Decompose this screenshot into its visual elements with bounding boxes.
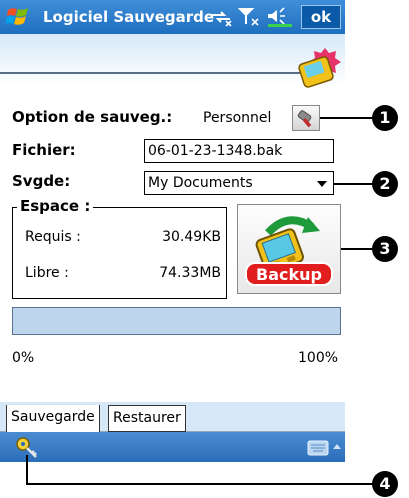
file-name-input[interactable]: 06-01-23-1348.bak — [144, 139, 334, 163]
bottom-menu-bar — [0, 432, 345, 462]
progress-min-label: 0% — [12, 350, 35, 366]
backup-icon: Backup — [245, 216, 333, 286]
input-menu-arrow-icon[interactable] — [333, 444, 341, 449]
sync-icon[interactable] — [209, 7, 233, 27]
required-label: Requis : — [25, 229, 81, 245]
header-band — [0, 34, 345, 86]
save-location-value: My Documents — [148, 175, 253, 191]
save-location-select[interactable]: My Documents — [144, 171, 334, 195]
save-location-label: Svgde: — [12, 172, 71, 190]
backup-button[interactable]: Backup — [237, 204, 341, 294]
option-label: Option de sauveg.: — [12, 108, 173, 126]
file-label: Fichier: — [12, 141, 76, 159]
title-bar: Logiciel Sauvegarde ok — [0, 0, 345, 34]
backup-app-icon — [298, 48, 341, 88]
callout-2: 2 — [372, 171, 398, 197]
dropdown-arrow-icon — [317, 181, 327, 187]
callout-1: 1 — [372, 105, 398, 131]
callout-3: 3 — [372, 236, 398, 262]
windows-start-icon[interactable] — [5, 4, 32, 30]
keyboard-icon[interactable] — [307, 440, 329, 456]
tab-sauvegarde[interactable]: Sauvegarde — [6, 405, 100, 433]
signal-icon[interactable] — [238, 7, 260, 27]
callout-4-vline — [26, 455, 28, 485]
backup-button-label: Backup — [256, 265, 322, 284]
callout-1-line — [320, 117, 375, 119]
callout-2-line — [334, 183, 374, 185]
window-title: Logiciel Sauvegarde — [43, 8, 215, 26]
space-group: Espace : Requis : 30.49KB Libre : 74.33M… — [12, 197, 227, 299]
header-divider — [0, 72, 305, 74]
option-value: Personnel — [203, 110, 272, 126]
required-value: 30.49KB — [162, 229, 221, 245]
callout-3-line — [341, 248, 374, 250]
progress-max-label: 100% — [298, 350, 339, 366]
ok-button[interactable]: ok — [301, 5, 341, 29]
option-settings-button[interactable] — [292, 105, 320, 131]
progress-bar — [12, 307, 341, 335]
callout-4-line — [26, 483, 376, 485]
free-label: Libre : — [25, 265, 69, 281]
hammer-icon — [297, 110, 312, 128]
tab-restaurer[interactable]: Restaurer — [108, 405, 186, 432]
volume-icon[interactable] — [265, 6, 295, 28]
callout-4: 4 — [372, 471, 398, 497]
free-value: 74.33MB — [159, 265, 221, 281]
space-group-title: Espace : — [17, 197, 94, 215]
